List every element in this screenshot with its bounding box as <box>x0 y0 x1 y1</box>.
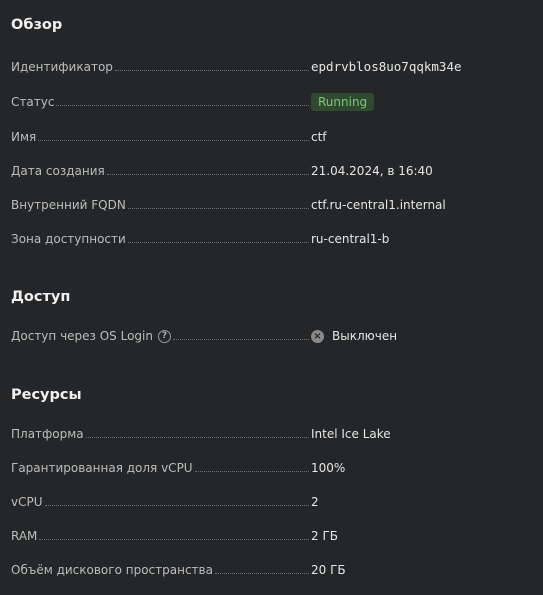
vm-overview-panel: Обзор Идентификатор epdrvblos8uo7qqkm34e… <box>0 0 543 595</box>
row-availability-zone: Зона доступности ru-central1-b <box>11 230 531 248</box>
created-date-label: Дата создания <box>11 164 105 178</box>
row-platform: Платформа Intel Ice Lake <box>11 425 531 443</box>
disabled-x-icon: × <box>311 329 324 343</box>
name-value: ctf <box>311 130 327 144</box>
created-date-value: 21.04.2024, в 16:40 <box>311 164 433 178</box>
availability-zone-value: ru-central1-b <box>311 232 390 246</box>
vcpu-share-value: 100% <box>311 461 346 475</box>
dot-leader <box>44 505 309 506</box>
dot-leader <box>85 437 309 438</box>
section-title-access: Доступ <box>11 289 71 305</box>
row-name: Имя ctf <box>11 128 531 146</box>
dot-leader <box>127 242 309 243</box>
section-title-resources: Ресурсы <box>11 387 82 403</box>
dot-leader <box>56 105 309 106</box>
identifier-value[interactable]: epdrvblos8uo7qqkm34e <box>311 58 462 76</box>
dot-leader <box>38 140 309 141</box>
row-vcpu-share: Гарантированная доля vCPU 100% <box>11 459 531 477</box>
row-identifier: Идентификатор epdrvblos8uo7qqkm34e <box>11 58 531 76</box>
availability-zone-label: Зона доступности <box>11 232 126 246</box>
dot-leader <box>39 539 309 540</box>
platform-label: Платформа <box>11 427 84 441</box>
row-status: Статус Running <box>11 93 531 111</box>
ram-label: RAM <box>11 529 38 543</box>
os-login-label: Доступ через OS Login <box>11 329 153 343</box>
row-created-date: Дата создания 21.04.2024, в 16:40 <box>11 162 531 180</box>
dot-leader <box>127 208 309 209</box>
name-label: Имя <box>11 130 37 144</box>
row-os-login: Доступ через OS Login? × Выключен <box>11 327 531 345</box>
platform-value: Intel Ice Lake <box>311 427 391 441</box>
dot-leader <box>114 70 309 71</box>
dot-leader <box>194 471 309 472</box>
row-internal-fqdn: Внутренний FQDN ctf.ru-central1.internal <box>11 196 531 214</box>
vcpu-label: vCPU <box>11 495 43 509</box>
row-disk-size: Объём дискового пространства 20 ГБ <box>11 561 531 579</box>
dot-leader <box>106 174 309 175</box>
identifier-label: Идентификатор <box>11 60 113 74</box>
row-ram: RAM 2 ГБ <box>11 527 531 545</box>
vcpu-share-label: Гарантированная доля vCPU <box>11 461 193 475</box>
vcpu-value: 2 <box>311 495 319 509</box>
internal-fqdn-value[interactable]: ctf.ru-central1.internal <box>311 196 446 214</box>
section-title-overview: Обзор <box>11 17 63 33</box>
dot-leader <box>214 573 309 574</box>
disk-size-value: 20 ГБ <box>311 563 346 577</box>
help-icon[interactable]: ? <box>157 329 171 343</box>
disk-size-label: Объём дискового пространства <box>11 563 213 577</box>
row-vcpu: vCPU 2 <box>11 493 531 511</box>
status-label: Статус <box>11 95 55 109</box>
ram-value: 2 ГБ <box>311 529 338 543</box>
internal-fqdn-label: Внутренний FQDN <box>11 198 126 212</box>
status-badge: Running <box>311 93 375 111</box>
dot-leader <box>172 339 309 340</box>
os-login-value: Выключен <box>332 329 398 343</box>
